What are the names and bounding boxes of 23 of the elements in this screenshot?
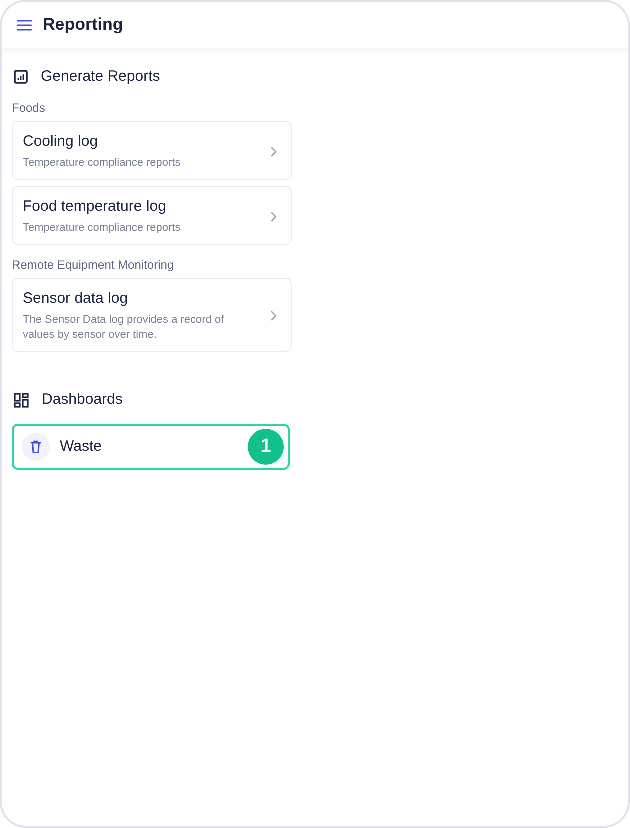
step-badge: 1 (248, 429, 284, 465)
report-card[interactable]: Cooling log Temperature compliance reports (12, 121, 292, 180)
report-description: Temperature compliance reports (23, 156, 181, 171)
menu-icon[interactable] (17, 20, 32, 30)
chevron-right-icon (271, 212, 277, 222)
report-title: Food temperature log (23, 197, 166, 217)
report-description: The Sensor Data log provides a record of values by sensor over time. (23, 313, 226, 343)
dashboard-item[interactable]: Waste 1 (12, 424, 290, 470)
report-title: Sensor data log (23, 289, 128, 309)
chevron-right-icon (271, 146, 277, 156)
group-label: Foods (12, 100, 46, 116)
report-title: Cooling log (23, 132, 98, 152)
trash-icon (22, 433, 50, 461)
report-card[interactable]: Sensor data log The Sensor Data log provides a record of values by sensor over time. (12, 278, 292, 352)
chevron-right-icon (271, 311, 277, 321)
section-title: Generate Reports (41, 67, 160, 87)
bar-chart-icon (14, 70, 28, 84)
report-card[interactable]: Food temperature log Temperature compliance reports (12, 186, 292, 245)
section-title: Dashboards (42, 390, 123, 410)
dashboard-icon (14, 392, 29, 408)
report-description: Temperature compliance reports (23, 221, 181, 236)
page-title: Reporting (43, 14, 124, 36)
group-label: Remote Equipment Monitoring (12, 257, 174, 273)
